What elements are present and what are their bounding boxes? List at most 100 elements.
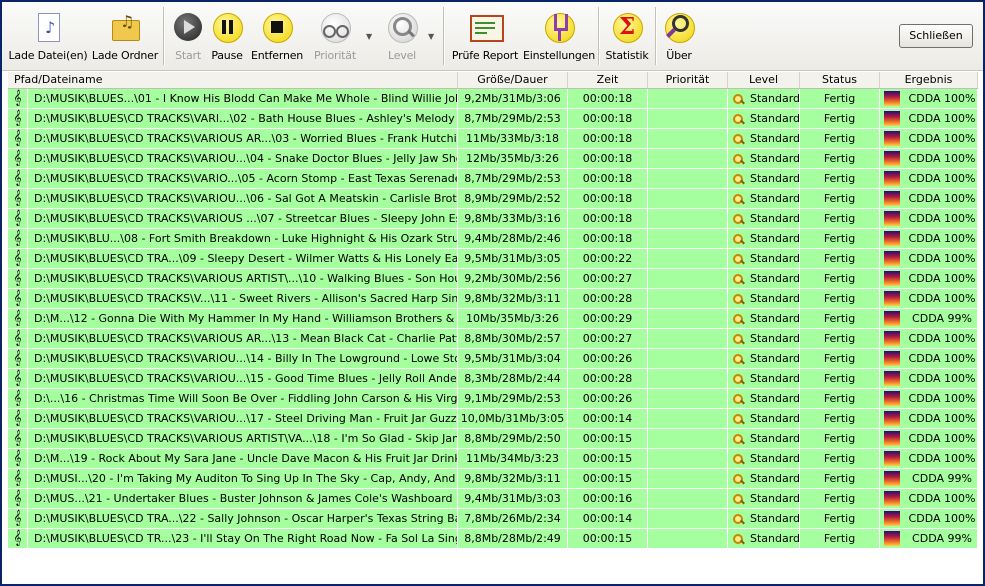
table-row[interactable]: 𝄞 D:\MUSIK\BLUES\CD TRA...\22 - Sally Joh… <box>8 509 978 529</box>
spectrum-icon[interactable] <box>884 451 900 466</box>
column-header-path[interactable]: Pfad/Dateiname <box>8 72 458 88</box>
cell-size: 8,9Mb/29Mb/2:52 <box>458 189 568 208</box>
cell-level: Standard <box>728 149 800 168</box>
spectrum-icon[interactable] <box>884 171 900 186</box>
column-header-time[interactable]: Zeit <box>568 72 648 88</box>
statistics-button[interactable]: Σ Statistik <box>603 8 651 66</box>
cell-size: 9,4Mb/31Mb/3:03 <box>458 489 568 508</box>
table-row[interactable]: 𝄞 D:\M...\19 - Rock About My Sara Jane - … <box>8 449 978 469</box>
spectrum-icon[interactable] <box>884 291 900 306</box>
table-row[interactable]: 𝄞 D:\MUSIK\BLUES\CD TRACKS\VARIOU...\14 -… <box>8 349 978 369</box>
table-row[interactable]: 𝄞 D:\MUSIK\BLUES\CD TRACKS\VARIOUS AR...\… <box>8 329 978 349</box>
spectrum-icon[interactable] <box>884 111 900 126</box>
column-header-level[interactable]: Level <box>728 72 800 88</box>
cell-path: D:\MUSIK\BLUES\CD TRACKS\VARIOU...\04 - … <box>28 149 458 168</box>
spectrum-icon[interactable] <box>884 531 900 546</box>
spectrum-icon[interactable] <box>884 331 900 346</box>
cell-result-text: CDDA 100% <box>908 152 976 165</box>
table-row[interactable]: 𝄞 D:\MUSIK\BLUES\CD TRACKS\VARIOU...\17 -… <box>8 409 978 429</box>
spectrum-icon[interactable] <box>884 151 900 166</box>
spectrum-icon[interactable] <box>884 211 900 226</box>
cell-priority <box>648 489 728 508</box>
column-header-priority[interactable]: Priorität <box>648 72 728 88</box>
sigma-icon: Σ <box>610 10 644 44</box>
table-row[interactable]: 𝄞 D:\MUSIK\BLUES\CD TRACKS\VARIOUS ARTIST… <box>8 429 978 449</box>
spectrum-icon[interactable] <box>884 311 900 326</box>
spectrum-icon[interactable] <box>884 391 900 406</box>
cell-priority <box>648 169 728 188</box>
report-icon <box>468 10 504 44</box>
cell-level: Standard <box>728 509 800 528</box>
cell-result-text: CDDA 99% <box>912 532 972 545</box>
spectrum-icon[interactable] <box>884 351 900 366</box>
column-header-result[interactable]: Ergebnis <box>880 72 978 88</box>
table-row[interactable]: 𝄞 D:\MUSIK\BLUES\CD TRA...\09 - Sleepy De… <box>8 249 978 269</box>
cell-result: CDDA 99% <box>880 469 978 488</box>
music-note-icon: 𝄞 <box>8 349 28 368</box>
spectrum-icon[interactable] <box>884 411 900 426</box>
cell-priority <box>648 329 728 348</box>
cell-level: Standard <box>728 249 800 268</box>
cell-result-text: CDDA 100% <box>908 332 976 345</box>
table-row[interactable]: 𝄞 D:\M...\12 - Gonna Die With My Hammer I… <box>8 309 978 329</box>
magnifier-icon <box>385 10 419 44</box>
spectrum-icon[interactable] <box>884 191 900 206</box>
spectrum-icon[interactable] <box>884 371 900 386</box>
toolbar-separator <box>163 7 165 65</box>
priority-dropdown-icon[interactable]: ▼ <box>366 32 372 41</box>
pause-icon <box>210 10 244 44</box>
cell-size: 8,8Mb/28Mb/2:49 <box>458 529 568 548</box>
table-row[interactable]: 𝄞 D:\MUSIK\BLUES\CD TRACKS\VARIOUS ARTIST… <box>8 269 978 289</box>
about-button[interactable]: Über <box>660 8 698 66</box>
cell-path: D:\MUSIK\BLUES\CD TRACKS\VARIOU...\14 - … <box>28 349 458 368</box>
settings-button[interactable]: Einstellungen <box>523 8 595 66</box>
spectrum-icon[interactable] <box>884 511 900 526</box>
load-files-button[interactable]: ♪ Lade Datei(en) <box>8 8 88 66</box>
table-row[interactable]: 𝄞 D:\MUSIK\BLUES\CD TRACKS\VARIOU...\15 -… <box>8 369 978 389</box>
cell-result: CDDA 100% <box>880 249 978 268</box>
table-row[interactable]: 𝄞 D:\...\16 - Christmas Time Will Soon Be… <box>8 389 978 409</box>
music-note-icon: 𝄞 <box>8 169 28 188</box>
table-row[interactable]: 𝄞 D:\MUSIK\BLUES\CD TRACKS\VARIOUS AR...\… <box>8 129 978 149</box>
table-row[interactable]: 𝄞 D:\MUSIK\BLUES\CD TRACKS\VARIOU...\06 -… <box>8 189 978 209</box>
cell-result: CDDA 100% <box>880 409 978 428</box>
table-row[interactable]: 𝄞 D:\MUSIK\BLU...\08 - Fort Smith Breakdo… <box>8 229 978 249</box>
spectrum-icon[interactable] <box>884 131 900 146</box>
close-button[interactable]: Schließen <box>899 24 973 48</box>
pause-button[interactable]: Pause <box>208 8 246 66</box>
table-row[interactable]: 𝄞 D:\MUSIK\BLUES\CD TR...\23 - I'll Stay … <box>8 529 978 549</box>
table-row[interactable]: 𝄞 D:\MUSIK\BLUES\CD TRACKS\VARIOUS ...\07… <box>8 209 978 229</box>
level-dropdown-icon[interactable]: ▼ <box>428 32 434 41</box>
spectrum-icon[interactable] <box>884 251 900 266</box>
cell-path: D:\M...\12 - Gonna Die With My Hammer In… <box>28 309 458 328</box>
cell-result-text: CDDA 100% <box>908 512 976 525</box>
level-button[interactable]: Level <box>382 8 422 66</box>
table-row[interactable]: 𝄞 D:\MUSIK\BLUES...\01 - I Know His Blodd… <box>8 89 978 109</box>
column-header-status[interactable]: Status <box>800 72 880 88</box>
load-folder-button[interactable]: ♫ Lade Ordner <box>90 8 160 66</box>
cell-status: Fertig <box>800 209 880 228</box>
cell-level-text: Standard <box>750 212 800 225</box>
table-row[interactable]: 𝄞 D:\MUSIK\BLUES\CD TRACKS\VARIO...\05 - … <box>8 169 978 189</box>
pause-label: Pause <box>211 49 243 62</box>
spectrum-icon[interactable] <box>884 491 900 506</box>
spectrum-icon[interactable] <box>884 91 900 106</box>
start-button[interactable]: Start <box>168 8 208 66</box>
cell-priority <box>648 249 728 268</box>
spectrum-icon[interactable] <box>884 231 900 246</box>
spectrum-icon[interactable] <box>884 271 900 286</box>
table-row[interactable]: 𝄞 D:\MUSI...\20 - I'm Taking My Auditon T… <box>8 469 978 489</box>
music-note-icon: 𝄞 <box>8 489 28 508</box>
table-row[interactable]: 𝄞 D:\MUS...\21 - Undertaker Blues - Buste… <box>8 489 978 509</box>
priority-button[interactable]: Priorität <box>310 8 360 66</box>
spectrum-icon[interactable] <box>884 471 900 486</box>
table-row[interactable]: 𝄞 D:\MUSIK\BLUES\CD TRACKS\VARIOU...\04 -… <box>8 149 978 169</box>
remove-button[interactable]: Entfernen <box>248 8 306 66</box>
table-row[interactable]: 𝄞 D:\MUSIK\BLUES\CD TRACKS\VARI...\02 - B… <box>8 109 978 129</box>
spectrum-icon[interactable] <box>884 431 900 446</box>
cell-time: 00:00:15 <box>568 429 648 448</box>
column-header-size[interactable]: Größe/Dauer <box>458 72 568 88</box>
cell-path: D:\MUSI...\20 - I'm Taking My Auditon To… <box>28 469 458 488</box>
table-row[interactable]: 𝄞 D:\MUSIK\BLUES\CD TRACKS\V...\11 - Swee… <box>8 289 978 309</box>
check-report-button[interactable]: Prüfe Report <box>449 8 521 66</box>
